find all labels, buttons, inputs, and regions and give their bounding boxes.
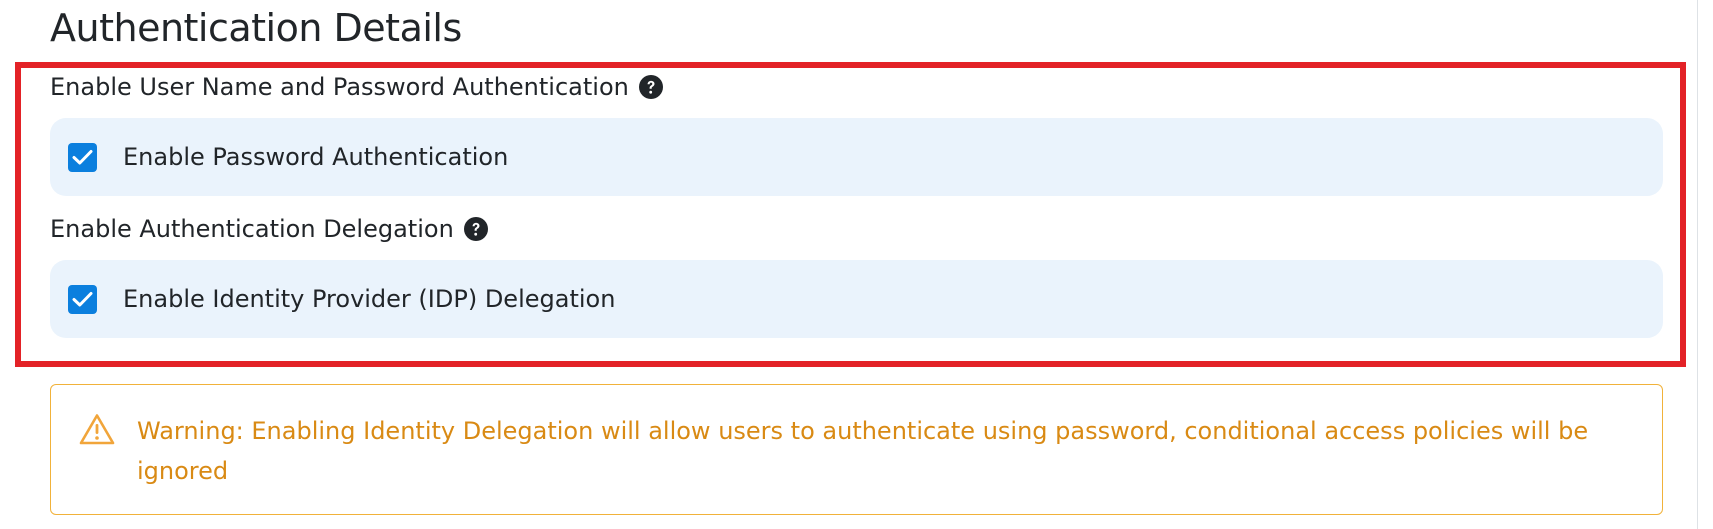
authentication-details-panel: Authentication Details Enable User Name … [0, 0, 1713, 529]
delegation-checkbox-row[interactable]: Enable Identity Provider (IDP) Delegatio… [50, 260, 1663, 338]
question-circle-icon[interactable] [463, 217, 488, 241]
delegation-label-text: Enable Authentication Delegation [50, 215, 454, 243]
password-auth-checkbox[interactable] [68, 142, 97, 172]
question-circle-icon[interactable] [638, 75, 663, 99]
password-auth-label-text: Enable User Name and Password Authentica… [50, 73, 629, 101]
section-title: Authentication Details [50, 6, 462, 50]
warning-triangle-icon [79, 413, 115, 445]
delegation-checkbox[interactable] [68, 284, 97, 314]
password-auth-checkbox-row[interactable]: Enable Password Authentication [50, 118, 1663, 196]
warning-message: Warning: Enabling Identity Delegation wi… [137, 417, 1589, 485]
checkmark-icon [72, 292, 93, 307]
password-auth-field-label: Enable User Name and Password Authentica… [50, 73, 663, 101]
delegation-checkbox-label[interactable]: Enable Identity Provider (IDP) Delegatio… [123, 285, 615, 313]
delegation-warning-alert: Warning: Enabling Identity Delegation wi… [50, 384, 1663, 515]
delegation-field-label: Enable Authentication Delegation [50, 215, 488, 243]
password-auth-checkbox-label[interactable]: Enable Password Authentication [123, 143, 508, 171]
panel-border [1697, 0, 1698, 529]
checkmark-icon [72, 150, 93, 165]
